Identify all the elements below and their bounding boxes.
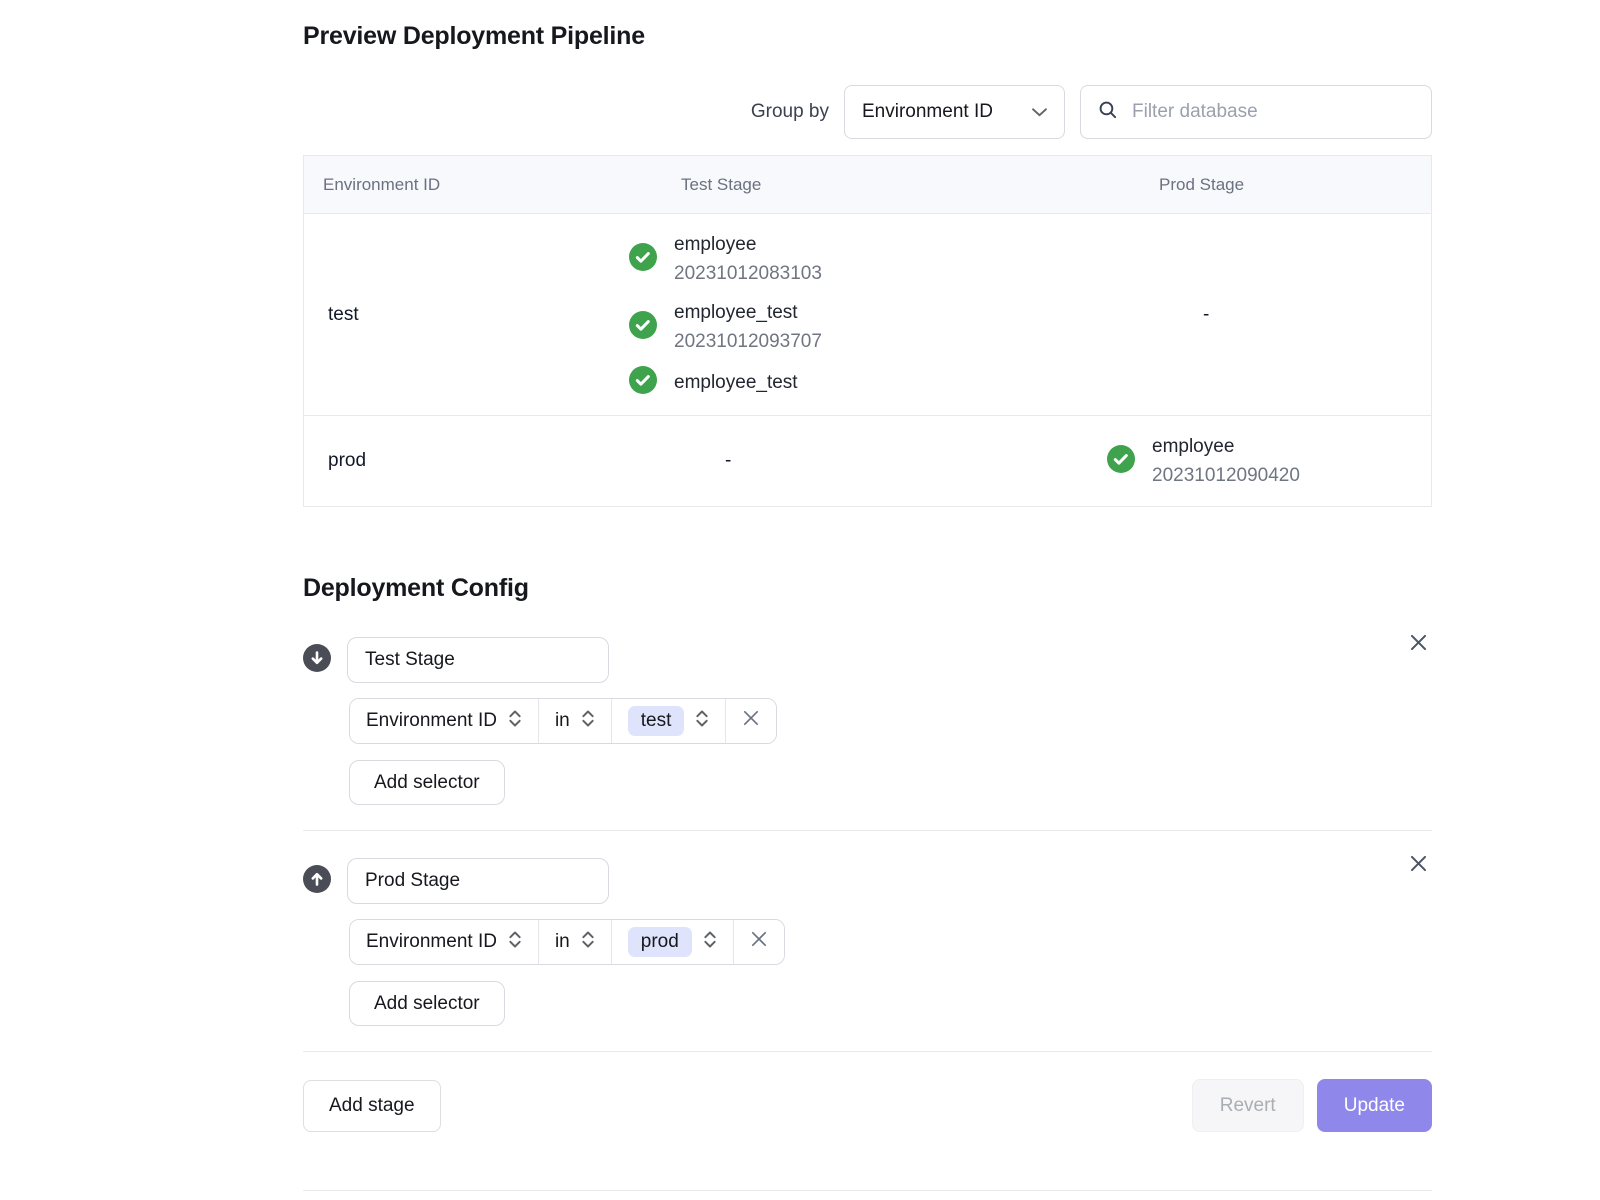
deployment-name: employee bbox=[1152, 432, 1300, 461]
test-stage-cell: employee 20231012083103 employee_test 20… bbox=[601, 214, 1079, 415]
table-row-prod: prod - employee 20231012090420 bbox=[304, 415, 1431, 506]
environment-id-cell: prod bbox=[304, 416, 601, 506]
stage-name-input[interactable] bbox=[347, 858, 609, 904]
selector-value-pill: test bbox=[628, 706, 685, 736]
add-selector-button[interactable]: Add selector bbox=[349, 981, 505, 1026]
chevron-down-icon bbox=[1032, 101, 1047, 123]
updown-icon bbox=[695, 709, 709, 734]
deployment-entry: employee_test bbox=[629, 366, 1079, 399]
selector-value-pill: prod bbox=[628, 927, 692, 957]
selector-key-select[interactable]: Environment ID bbox=[350, 699, 539, 743]
selector-value-select[interactable]: prod bbox=[612, 920, 734, 964]
divider bbox=[303, 830, 1432, 831]
success-icon bbox=[629, 311, 657, 344]
divider bbox=[303, 1051, 1432, 1052]
stage-config-prod: Environment ID in prod bbox=[303, 858, 1432, 1026]
deployment-entry: employee 20231012083103 bbox=[629, 230, 1079, 288]
updown-icon bbox=[581, 709, 595, 734]
success-icon bbox=[1107, 445, 1135, 478]
updown-icon bbox=[508, 930, 522, 955]
updown-icon bbox=[581, 930, 595, 955]
close-icon bbox=[742, 709, 760, 733]
group-by-select[interactable]: Environment ID bbox=[844, 85, 1065, 139]
updown-icon bbox=[508, 709, 522, 734]
column-header-test-stage: Test Stage bbox=[601, 175, 1079, 195]
column-header-environment-id: Environment ID bbox=[304, 175, 601, 195]
add-stage-button[interactable]: Add stage bbox=[303, 1080, 441, 1132]
deployment-entry: employee 20231012090420 bbox=[1107, 432, 1431, 490]
deployment-config-title: Deployment Config bbox=[303, 574, 1432, 603]
pipeline-table-header: Environment ID Test Stage Prod Stage bbox=[304, 156, 1431, 214]
deployment-version: 20231012093707 bbox=[674, 327, 822, 356]
environment-id-cell: test bbox=[304, 214, 601, 415]
stage-down-icon bbox=[303, 644, 331, 677]
test-stage-empty-cell: - bbox=[601, 416, 1079, 506]
group-by-selected-value: Environment ID bbox=[862, 101, 993, 123]
selector-key-select[interactable]: Environment ID bbox=[350, 920, 539, 964]
prod-stage-cell: employee 20231012090420 bbox=[1079, 416, 1431, 506]
pipeline-toolbar: Group by Environment ID bbox=[303, 85, 1432, 139]
update-button[interactable]: Update bbox=[1317, 1079, 1432, 1132]
close-icon bbox=[1409, 640, 1428, 655]
remove-stage-button[interactable] bbox=[1405, 629, 1432, 656]
close-icon bbox=[1409, 861, 1428, 876]
stage-name-input[interactable] bbox=[347, 637, 609, 683]
selector-operator-select[interactable]: in bbox=[539, 920, 612, 964]
group-by-label: Group by bbox=[751, 101, 829, 123]
success-icon bbox=[629, 366, 657, 399]
main-content: Preview Deployment Pipeline Group by Env… bbox=[303, 0, 1432, 1191]
filter-database-search bbox=[1080, 85, 1432, 139]
revert-button[interactable]: Revert bbox=[1192, 1079, 1304, 1132]
pipeline-table: Environment ID Test Stage Prod Stage tes… bbox=[303, 155, 1432, 507]
remove-selector-button[interactable] bbox=[726, 699, 776, 743]
remove-stage-button[interactable] bbox=[1405, 850, 1432, 877]
deployment-version: 20231012090420 bbox=[1152, 461, 1300, 490]
close-icon bbox=[750, 930, 768, 954]
selector-row: Environment ID in test bbox=[349, 698, 777, 744]
selector-row: Environment ID in prod bbox=[349, 919, 785, 965]
deployment-name: employee_test bbox=[674, 368, 798, 397]
page-title: Preview Deployment Pipeline bbox=[303, 22, 1432, 51]
prod-stage-empty-cell: - bbox=[1079, 214, 1431, 415]
deployment-name: employee_test bbox=[674, 298, 822, 327]
filter-database-input[interactable] bbox=[1130, 100, 1415, 124]
deployment-entry: employee_test 20231012093707 bbox=[629, 298, 1079, 356]
updown-icon bbox=[703, 930, 717, 955]
table-row-test: test employee 20231012083103 bbox=[304, 214, 1431, 415]
search-icon bbox=[1097, 99, 1118, 125]
stage-up-icon bbox=[303, 865, 331, 898]
column-header-prod-stage: Prod Stage bbox=[1079, 175, 1431, 195]
add-selector-button[interactable]: Add selector bbox=[349, 760, 505, 805]
deployment-name: employee bbox=[674, 230, 822, 259]
remove-selector-button[interactable] bbox=[734, 920, 784, 964]
config-footer: Add stage Revert Update bbox=[303, 1079, 1432, 1132]
divider bbox=[303, 1190, 1432, 1191]
success-icon bbox=[629, 243, 657, 276]
selector-value-select[interactable]: test bbox=[612, 699, 727, 743]
deployment-version: 20231012083103 bbox=[674, 259, 822, 288]
stage-config-test: Environment ID in test bbox=[303, 637, 1432, 805]
selector-operator-select[interactable]: in bbox=[539, 699, 612, 743]
